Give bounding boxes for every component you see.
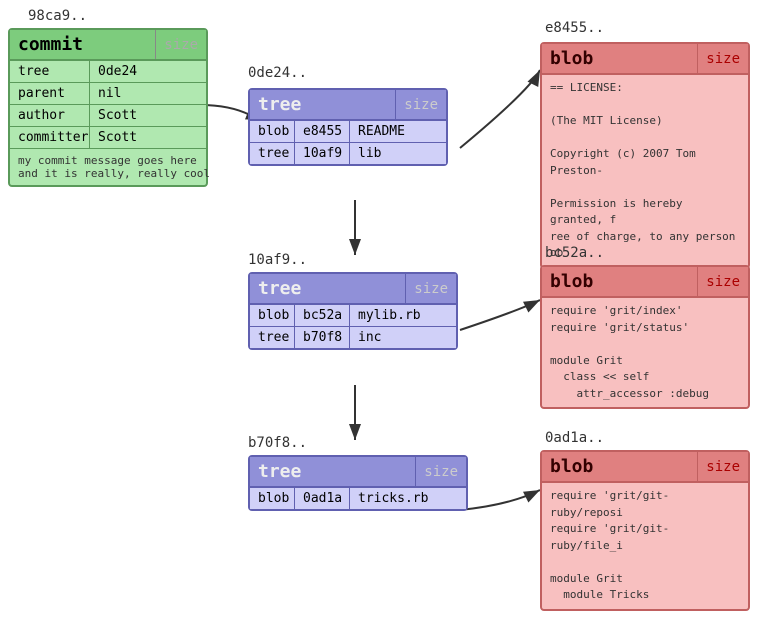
blob3-hash-label: 0ad1a.. xyxy=(545,430,604,446)
tree2-tree-hash: b70f8 xyxy=(295,327,350,348)
blob2-header: blob size xyxy=(542,267,748,298)
blob1-content: == LICENSE: (The MIT License) Copyright … xyxy=(542,75,748,267)
tree3-box: tree size blob 0ad1a tricks.rb xyxy=(248,455,468,511)
blob3-size: size xyxy=(697,452,748,481)
commit-parent-label: parent xyxy=(10,83,90,104)
blob3-content: require 'grit/git-ruby/reposi require 'g… xyxy=(542,483,748,609)
tree2-box: tree size blob bc52a mylib.rb tree b70f8… xyxy=(248,272,458,350)
blob3-header: blob size xyxy=(542,452,748,483)
tree1-tree-type: tree xyxy=(250,143,295,164)
tree1-blob-name: README xyxy=(350,121,446,142)
tree3-blob-hash: 0ad1a xyxy=(295,488,350,509)
commit-row-tree: tree 0de24 xyxy=(10,61,206,83)
tree2-blob-name: mylib.rb xyxy=(350,305,456,326)
tree1-hash-label: 0de24.. xyxy=(248,65,307,81)
commit-author-value: Scott xyxy=(90,105,206,126)
blob1-header: blob size xyxy=(542,44,748,75)
tree1-blob-hash: e8455 xyxy=(295,121,350,142)
tree2-hash-label: 10af9.. xyxy=(248,252,307,268)
blob2-content: require 'grit/index' require 'grit/statu… xyxy=(542,298,748,407)
tree2-blob-type: blob xyxy=(250,305,295,326)
blob2-size: size xyxy=(697,267,748,296)
blob1-size: size xyxy=(697,44,748,73)
commit-committer-value: Scott xyxy=(90,127,206,148)
blob2-box: blob size require 'grit/index' require '… xyxy=(540,265,750,409)
tree2-header: tree size xyxy=(250,274,456,305)
blob1-box: blob size == LICENSE: (The MIT License) … xyxy=(540,42,750,269)
commit-author-label: author xyxy=(10,105,90,126)
tree2-blob-hash: bc52a xyxy=(295,305,350,326)
commit-size: size xyxy=(155,30,206,59)
blob1-title: blob xyxy=(542,44,697,73)
commit-committer-label: committer xyxy=(10,127,90,148)
commit-row-author: author Scott xyxy=(10,105,206,127)
tree2-tree-name: inc xyxy=(350,327,456,348)
tree3-size: size xyxy=(415,457,466,486)
commit-header: commit size xyxy=(10,30,206,61)
tree2-row-tree: tree b70f8 inc xyxy=(250,327,456,348)
tree1-title: tree xyxy=(250,90,395,119)
tree3-hash-label: b70f8.. xyxy=(248,435,307,451)
tree1-row-tree: tree 10af9 lib xyxy=(250,143,446,164)
blob1-hash-label: e8455.. xyxy=(545,20,604,36)
commit-row-committer: committer Scott xyxy=(10,127,206,149)
blob2-hash-label: bc52a.. xyxy=(545,245,604,261)
commit-hash-label: 98ca9.. xyxy=(28,8,87,24)
blob3-title: blob xyxy=(542,452,697,481)
commit-tree-label: tree xyxy=(10,61,90,82)
tree1-box: tree size blob e8455 README tree 10af9 l… xyxy=(248,88,448,166)
tree1-row-blob: blob e8455 README xyxy=(250,121,446,143)
tree2-size: size xyxy=(405,274,456,303)
tree2-row-blob: blob bc52a mylib.rb xyxy=(250,305,456,327)
tree3-blob-type: blob xyxy=(250,488,295,509)
tree3-row-blob: blob 0ad1a tricks.rb xyxy=(250,488,466,509)
commit-message: my commit message goes here and it is re… xyxy=(10,149,206,185)
tree1-tree-name: lib xyxy=(350,143,446,164)
commit-parent-value: nil xyxy=(90,83,206,104)
commit-title: commit xyxy=(10,30,155,59)
blob3-box: blob size require 'grit/git-ruby/reposi … xyxy=(540,450,750,611)
tree2-tree-type: tree xyxy=(250,327,295,348)
blob2-title: blob xyxy=(542,267,697,296)
tree3-header: tree size xyxy=(250,457,466,488)
tree1-tree-hash: 10af9 xyxy=(295,143,350,164)
tree1-blob-type: blob xyxy=(250,121,295,142)
tree1-header: tree size xyxy=(250,90,446,121)
commit-tree-value: 0de24 xyxy=(90,61,206,82)
commit-box: commit size tree 0de24 parent nil author… xyxy=(8,28,208,187)
tree2-title: tree xyxy=(250,274,405,303)
tree1-size: size xyxy=(395,90,446,119)
diagram: 98ca9.. commit size tree 0de24 parent ni… xyxy=(0,0,758,618)
commit-row-parent: parent nil xyxy=(10,83,206,105)
tree3-blob-name: tricks.rb xyxy=(350,488,466,509)
tree3-title: tree xyxy=(250,457,415,486)
